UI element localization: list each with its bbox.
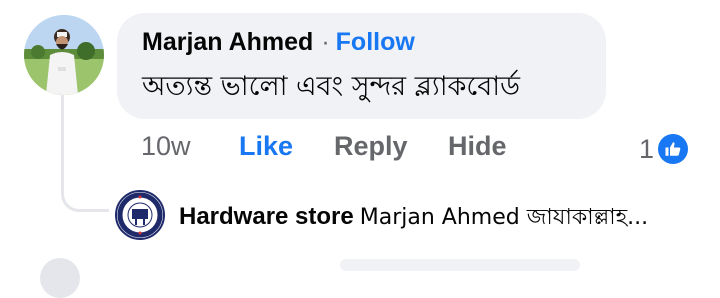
reply-button[interactable]: Reply	[334, 131, 408, 162]
follow-button[interactable]: Follow	[336, 28, 415, 56]
reply-thread-connector	[61, 94, 109, 212]
reply-author-avatar[interactable]	[115, 190, 165, 240]
like-thumb-icon	[658, 134, 689, 164]
like-button[interactable]: Like	[239, 131, 293, 162]
hide-button[interactable]: Hide	[448, 131, 507, 162]
next-comment-avatar	[40, 258, 80, 298]
comment-bubble: Marjan Ahmed · Follow অত্যন্ত ভালো এবং সুন…	[117, 13, 606, 119]
comment-header: Marjan Ahmed · Follow	[142, 28, 415, 57]
comment-author-name[interactable]: Marjan Ahmed	[142, 28, 313, 56]
separator-dot: ·	[321, 28, 330, 56]
comment-text: অত্যন্ত ভালো এবং সুন্দর ব্ল্যাকবোর্ড	[142, 71, 520, 102]
reply-author-name[interactable]: Hardware store	[179, 203, 354, 230]
reply-text[interactable]: Marjan Ahmed জাযাকাল্লাহ...	[360, 205, 648, 230]
comment-timestamp[interactable]: 10w	[141, 131, 191, 162]
reply-content: Hardware store Marjan Ahmed জাযাকাল্লাহ..…	[179, 200, 648, 237]
next-comment-bubble	[340, 259, 580, 271]
reaction-count: 1	[639, 133, 655, 164]
commenter-avatar[interactable]	[24, 15, 104, 95]
hardware-store-logo-icon	[117, 192, 163, 238]
profile-photo-icon	[24, 15, 104, 95]
reaction-summary[interactable]: 1	[639, 131, 689, 167]
